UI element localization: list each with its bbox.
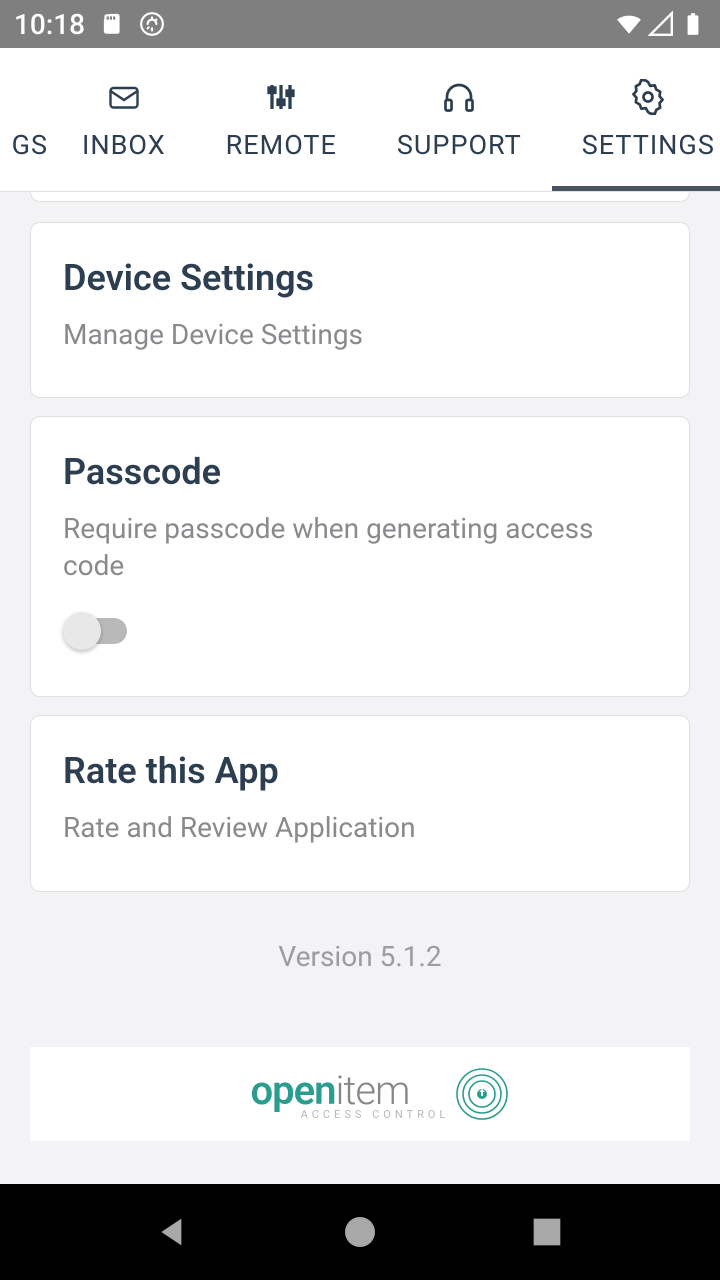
brand-swirl-icon	[455, 1067, 509, 1121]
battery-icon	[680, 11, 706, 37]
sync-icon	[139, 11, 165, 37]
brand-logo: openitem ACCESS CONTROL	[211, 1067, 510, 1121]
status-right	[616, 11, 706, 37]
card-device-settings[interactable]: Device Settings Manage Device Settings	[30, 222, 690, 398]
status-time: 10:18	[14, 8, 85, 41]
brand-open-text: open	[250, 1067, 335, 1114]
tab-bar: GS INBOX REMOTE SUPPORT SETTINGS	[0, 48, 720, 192]
signal-icon	[648, 11, 674, 37]
card-subtitle: Manage Device Settings	[63, 317, 657, 353]
sliders-icon	[263, 79, 299, 115]
brand-logo-area: openitem ACCESS CONTROL	[30, 1047, 690, 1141]
nav-home-button[interactable]	[340, 1212, 380, 1252]
tab-settings[interactable]: SETTINGS	[552, 48, 720, 191]
card-subtitle: Require passcode when generating access …	[63, 511, 657, 584]
nav-back-button[interactable]	[153, 1212, 193, 1252]
tab-label: REMOTE	[226, 129, 337, 161]
tab-support[interactable]: SUPPORT	[367, 48, 552, 191]
card-rate-app[interactable]: Rate this App Rate and Review Applicatio…	[30, 715, 690, 891]
tab-label: INBOX	[82, 129, 166, 161]
tab-partial[interactable]: GS	[0, 48, 52, 191]
card-passcode: Passcode Require passcode when generatin…	[30, 416, 690, 697]
tab-label: SUPPORT	[397, 129, 522, 161]
android-nav-bar	[0, 1184, 720, 1280]
tab-label-partial: GS	[12, 129, 48, 161]
tab-inbox[interactable]: INBOX	[52, 48, 196, 191]
tab-remote[interactable]: REMOTE	[196, 48, 367, 191]
headphones-icon	[441, 79, 477, 115]
status-left: 10:18	[14, 8, 165, 41]
brand-item-text: item	[335, 1067, 409, 1114]
gear-icon	[630, 79, 666, 115]
toggle-thumb	[63, 612, 101, 650]
settings-content[interactable]: Device Settings Manage Device Settings P…	[0, 192, 720, 1184]
sd-card-icon	[99, 11, 125, 37]
tab-label: SETTINGS	[582, 129, 715, 161]
passcode-toggle[interactable]	[63, 612, 131, 652]
card-subtitle: Rate and Review Application	[63, 810, 657, 846]
card-edge-previous	[30, 192, 690, 202]
card-title: Passcode	[63, 451, 657, 493]
version-label: Version 5.1.2	[30, 940, 690, 973]
card-title: Device Settings	[63, 257, 657, 299]
card-title: Rate this App	[63, 750, 657, 792]
nav-recent-button[interactable]	[527, 1212, 567, 1252]
status-bar: 10:18	[0, 0, 720, 48]
brand-sub-text: ACCESS CONTROL	[301, 1108, 450, 1121]
wifi-icon	[616, 11, 642, 37]
mail-icon	[106, 79, 142, 115]
